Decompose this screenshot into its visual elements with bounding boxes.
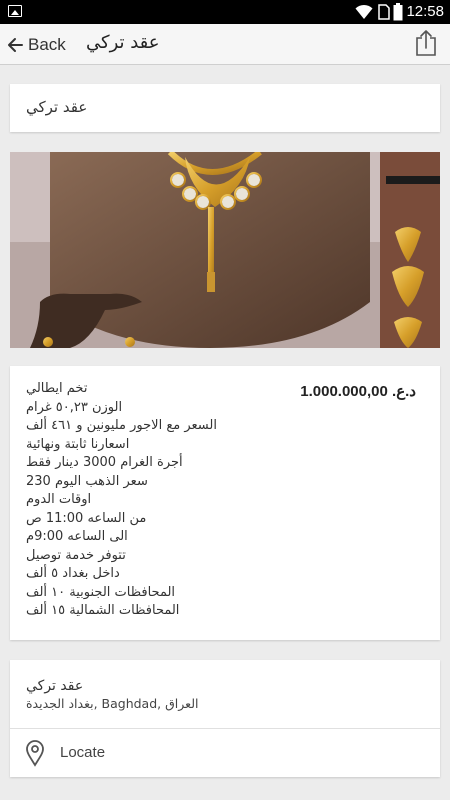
description-line: تخم ايطالي bbox=[26, 381, 88, 396]
description-line: أجرة الغرام 3000 دينار فقط bbox=[26, 455, 183, 470]
back-button[interactable]: Back bbox=[6, 32, 66, 58]
arrow-left-icon bbox=[8, 38, 23, 52]
sim-card-icon bbox=[378, 4, 390, 20]
description-line: تتوفر خدمة توصيل bbox=[26, 547, 126, 563]
listing-details-card: تخم ايطالي الوزن ٥٠,٢٣ غرام السعر مع الاجو… bbox=[10, 366, 440, 640]
location-card: عقد تركي العراق ,Baghdad ,بغداد الجديدة … bbox=[10, 660, 440, 777]
description-list: تخم ايطالي الوزن ٥٠,٢٣ غرام السعر مع الاجو… bbox=[26, 380, 226, 621]
listing-title: عقد تركي bbox=[26, 98, 88, 116]
description-line: الوزن ٥٠,٢٣ غرام bbox=[26, 399, 123, 415]
description-line: الى الساعه 9:00م bbox=[26, 529, 128, 544]
share-icon[interactable] bbox=[414, 29, 438, 57]
description-line: من الساعه 11:00 ص bbox=[26, 510, 147, 526]
location-title: عقد تركي bbox=[26, 678, 84, 694]
listing-photo[interactable] bbox=[10, 152, 440, 348]
listing-price: د.ع. 1.000.000,00 bbox=[300, 383, 416, 400]
page-title: عقد تركي bbox=[86, 32, 160, 53]
listing-title-card: عقد تركي bbox=[10, 84, 440, 132]
description-line: المحافظات الجنوبية ١٠ ألف bbox=[26, 584, 176, 600]
app-bar: Back عقد تركي bbox=[0, 24, 450, 65]
description-line: السعر مع الاجور مليونين و ٤٦١ ألف bbox=[26, 418, 217, 433]
location-address: العراق ,Baghdad ,بغداد الجديدة bbox=[26, 696, 199, 711]
wifi-icon bbox=[355, 4, 373, 19]
necklace-image bbox=[10, 152, 440, 348]
status-bar: 12:58 bbox=[0, 0, 450, 24]
description-line: داخل بغداد ٥ ألف bbox=[26, 566, 120, 581]
description-line: اسعارنا ثابتة ونهائية bbox=[26, 436, 130, 452]
back-label: Back bbox=[28, 35, 66, 54]
description-line: سعر الذهب اليوم 230 bbox=[26, 473, 148, 489]
status-time: 12:58 bbox=[406, 3, 444, 20]
battery-icon bbox=[393, 3, 403, 21]
locate-label: Locate bbox=[60, 744, 106, 761]
map-pin-icon bbox=[26, 740, 44, 767]
locate-button[interactable]: Locate bbox=[10, 729, 440, 777]
description-line: المحافظات الشمالية ١٥ ألف bbox=[26, 603, 180, 618]
image-notification-icon bbox=[8, 5, 22, 17]
description-line: اوقات الدوم bbox=[26, 492, 92, 507]
